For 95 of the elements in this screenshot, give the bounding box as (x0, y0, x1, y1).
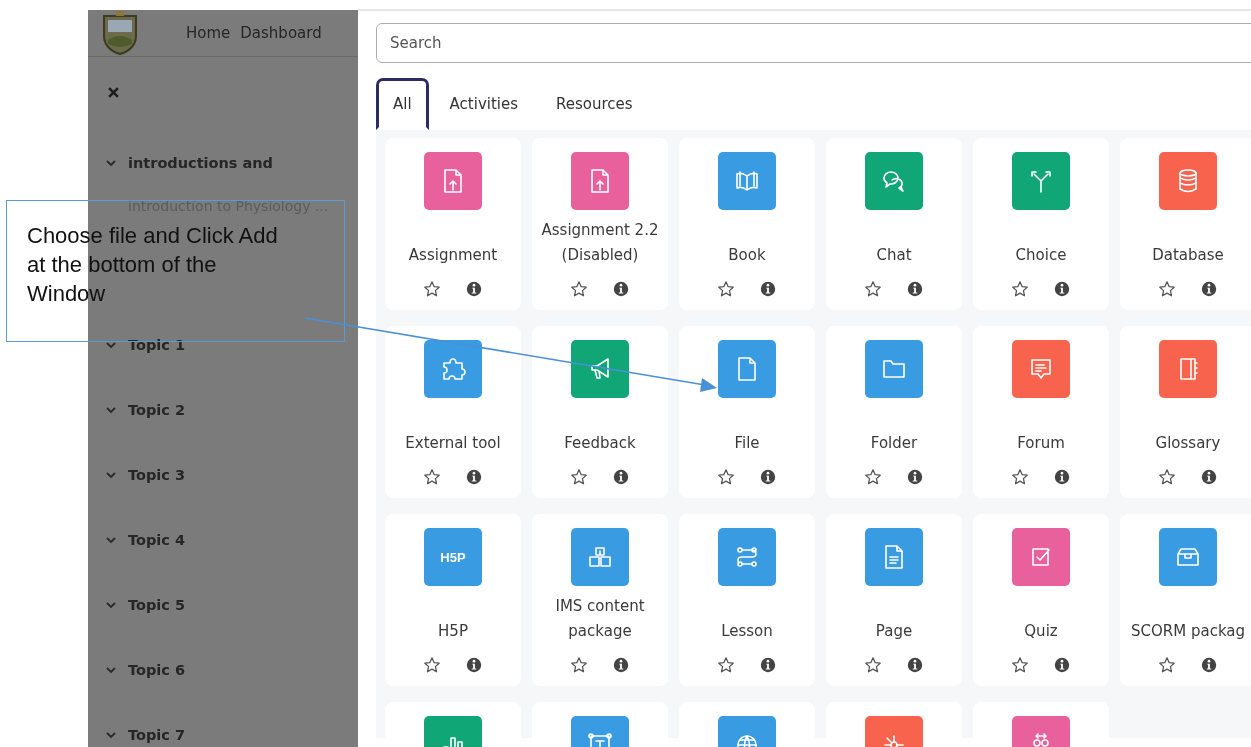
section-title[interactable]: Topic 7 (128, 727, 185, 743)
star-icon[interactable] (717, 280, 735, 298)
star-icon[interactable] (864, 280, 882, 298)
info-icon[interactable] (1200, 468, 1218, 486)
tab[interactable]: Resources (539, 78, 650, 130)
chevron-icon[interactable] (106, 405, 116, 415)
section-title[interactable]: Topic 3 (128, 467, 185, 483)
section-title[interactable]: Topic 6 (128, 662, 185, 678)
module-card[interactable]: Assignment 2.2 (Disabled) (532, 138, 668, 310)
h5p-icon: H5P (424, 528, 482, 586)
info-icon[interactable] (612, 280, 630, 298)
module-card[interactable]: Feedback (532, 326, 668, 498)
tab[interactable]: Activities (432, 78, 536, 130)
star-icon[interactable] (1158, 280, 1176, 298)
star-icon[interactable] (717, 468, 735, 486)
module-card[interactable]: Book (679, 138, 815, 310)
chevron-icon[interactable] (106, 600, 116, 610)
module-name: External tool (405, 433, 501, 454)
section-title[interactable]: Topic 4 (128, 532, 185, 548)
module-name: Chat (876, 245, 912, 266)
star-icon[interactable] (1158, 468, 1176, 486)
info-icon[interactable] (906, 280, 924, 298)
info-icon[interactable] (906, 468, 924, 486)
module-card[interactable]: Assignment (385, 138, 521, 310)
module-card[interactable]: Forum (973, 326, 1109, 498)
info-icon[interactable] (1053, 656, 1071, 674)
star-icon[interactable] (423, 280, 441, 298)
chevron-icon[interactable] (106, 535, 116, 545)
star-icon[interactable] (864, 468, 882, 486)
module-card[interactable]: Choice (973, 138, 1109, 310)
star-icon[interactable] (1011, 468, 1029, 486)
module-card[interactable]: Glossary (1120, 326, 1251, 498)
star-icon[interactable] (1011, 656, 1029, 674)
module-name: Assignment (408, 245, 498, 266)
section-title[interactable]: Topic 2 (128, 402, 185, 418)
module-name: Lesson (721, 621, 773, 642)
info-icon[interactable] (465, 656, 483, 674)
crest-logo (100, 10, 140, 56)
module-card[interactable]: SCORM packag (1120, 514, 1251, 686)
star-icon[interactable] (570, 280, 588, 298)
info-icon[interactable] (759, 280, 777, 298)
module-name: IMS content package (554, 596, 646, 642)
nav-link[interactable]: Dashboard (240, 24, 322, 42)
chevron-icon[interactable] (106, 665, 116, 675)
info-icon[interactable] (465, 280, 483, 298)
chevron-icon[interactable] (106, 730, 116, 740)
info-icon[interactable] (906, 656, 924, 674)
module-card[interactable]: Chat (826, 138, 962, 310)
info-icon[interactable] (759, 656, 777, 674)
info-icon[interactable] (612, 468, 630, 486)
module-card[interactable]: File (679, 326, 815, 498)
module-name: Book (728, 245, 766, 266)
info-icon[interactable] (1200, 656, 1218, 674)
module-name: Forum (1017, 433, 1065, 454)
chevron-icon[interactable] (106, 340, 116, 350)
info-icon[interactable] (1200, 280, 1218, 298)
section-title[interactable]: Topic 5 (128, 597, 185, 613)
module-name: Feedback (564, 433, 636, 454)
search-field[interactable]: Search (376, 23, 1251, 63)
close-icon[interactable] (108, 87, 119, 98)
star-icon[interactable] (1158, 656, 1176, 674)
star-icon[interactable] (717, 656, 735, 674)
section-title[interactable]: introductions and (128, 155, 273, 171)
module-card[interactable]: External tool (385, 326, 521, 498)
module-card[interactable]: H5P H5P (385, 514, 521, 686)
module-name: Page (875, 621, 913, 642)
module-card[interactable]: Lesson (679, 514, 815, 686)
module-name: SCORM packag (1131, 621, 1245, 642)
module-card[interactable]: IMS content package (532, 514, 668, 686)
info-icon[interactable] (759, 468, 777, 486)
module-card[interactable]: Quiz (973, 514, 1109, 686)
star-icon[interactable] (570, 656, 588, 674)
star-icon[interactable] (423, 656, 441, 674)
module-name: Glossary (1155, 433, 1221, 454)
info-icon[interactable] (1053, 280, 1071, 298)
module-name: Folder (870, 433, 918, 454)
chevron-icon[interactable] (106, 158, 116, 168)
info-icon[interactable] (612, 656, 630, 674)
module-name: Quiz (1024, 621, 1058, 642)
chevron-icon[interactable] (106, 470, 116, 480)
module-name: Choice (1015, 245, 1067, 266)
star-icon[interactable] (1011, 280, 1029, 298)
info-icon[interactable] (1053, 468, 1071, 486)
info-icon[interactable] (465, 468, 483, 486)
module-card[interactable]: Folder (826, 326, 962, 498)
star-icon[interactable] (570, 468, 588, 486)
module-card[interactable]: Database (1120, 138, 1251, 310)
star-icon[interactable] (864, 656, 882, 674)
star-icon[interactable] (423, 468, 441, 486)
module-name: H5P (438, 621, 468, 642)
module-card[interactable]: Page (826, 514, 962, 686)
module-name: Assignment 2.2 (Disabled) (540, 220, 660, 266)
module-name: Database (1152, 245, 1224, 266)
nav-link[interactable]: Home (186, 24, 231, 42)
module-name: File (734, 433, 760, 454)
